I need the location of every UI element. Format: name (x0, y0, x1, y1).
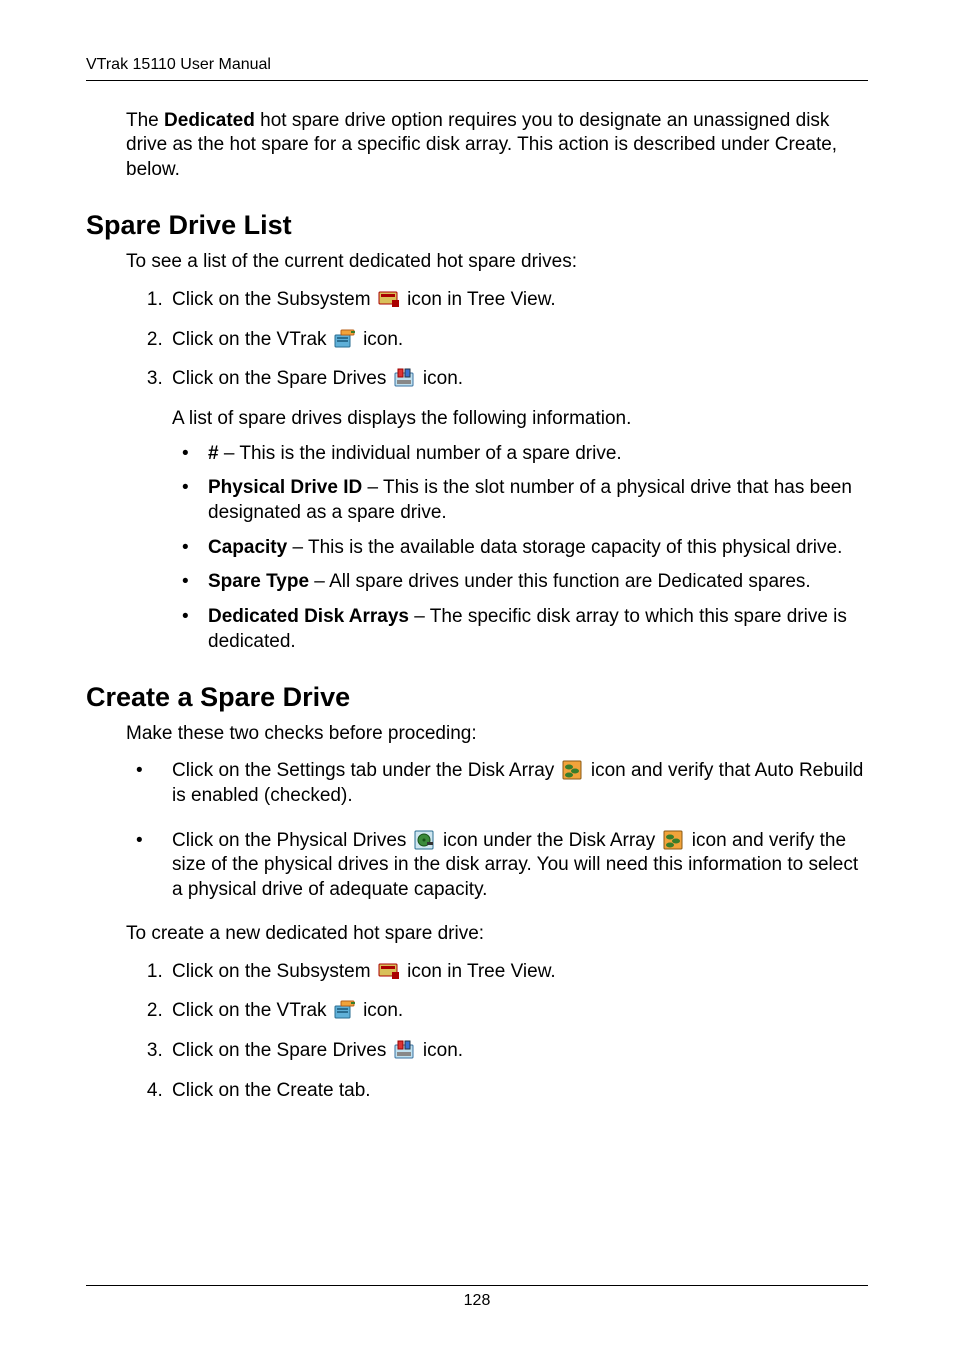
text: Click on the Subsystem (172, 289, 376, 310)
bullet-bold: # (208, 443, 219, 464)
text: Click on the Subsystem (172, 961, 376, 982)
text: icon. (358, 329, 403, 350)
list-item: Click on the VTrak icon. (168, 998, 868, 1024)
list-item: Click on the Subsystem icon in Tree View… (168, 287, 868, 313)
text: Click on the Spare Drives (172, 1040, 392, 1061)
text: Click on the VTrak (172, 1000, 332, 1021)
section1-subpara: A list of spare drives displays the foll… (172, 406, 868, 432)
spare-drives-icon (394, 1040, 416, 1060)
text: icon. (418, 368, 463, 389)
list-item: Click on the Physical Drives icon under … (126, 829, 868, 903)
footer-rule (86, 1285, 868, 1286)
heading-spare-drive-list: Spare Drive List (86, 210, 868, 241)
page-number: 128 (86, 1292, 868, 1310)
running-head: VTrak 15110 User Manual (86, 56, 868, 74)
list-item: Physical Drive ID – This is the slot num… (172, 476, 868, 525)
bullet-rest: – This is the individual number of a spa… (219, 443, 622, 464)
list-item: Spare Type – All spare drives under this… (172, 570, 868, 595)
list-item: Click on the Spare Drives icon. (168, 1038, 868, 1064)
header-rule (86, 80, 868, 81)
section2-steps: Click on the Subsystem icon in Tree View… (126, 959, 868, 1104)
text: Click on the VTrak (172, 329, 332, 350)
spare-drives-icon (394, 368, 416, 388)
bullet-rest: – All spare drives under this function a… (309, 571, 811, 592)
text: Click on the Settings tab under the Disk… (172, 760, 560, 781)
list-item: Dedicated Disk Arrays – The specific dis… (172, 605, 868, 654)
text: icon in Tree View. (402, 289, 556, 310)
text: icon under the Disk Array (438, 830, 661, 851)
list-item: Click on the VTrak icon. (168, 327, 868, 353)
section2-checks: Click on the Settings tab under the Disk… (126, 759, 868, 902)
bullet-bold: Physical Drive ID (208, 477, 362, 498)
bullet-bold: Spare Type (208, 571, 309, 592)
subsystem-icon (378, 961, 400, 981)
list-item: # – This is the individual number of a s… (172, 442, 868, 467)
text: Click on the Physical Drives (172, 830, 412, 851)
list-item: Click on the Settings tab under the Disk… (126, 759, 868, 808)
text: icon in Tree View. (402, 961, 556, 982)
dedicated-intro: The Dedicated hot spare drive option req… (126, 109, 868, 182)
section2-intro: Make these two checks before proceding: (126, 723, 868, 745)
text: Click on the Spare Drives (172, 368, 392, 389)
bullet-bold: Dedicated Disk Arrays (208, 606, 409, 627)
vtrak-icon (334, 329, 356, 349)
section1-steps: Click on the Subsystem icon in Tree View… (126, 287, 868, 654)
heading-create-spare-drive: Create a Spare Drive (86, 682, 868, 713)
text: The (126, 110, 164, 131)
section1-intro: To see a list of the current dedicated h… (126, 251, 868, 273)
list-item: Capacity – This is the available data st… (172, 536, 868, 561)
vtrak-icon (334, 1000, 356, 1020)
text: icon. (358, 1000, 403, 1021)
physical-drives-icon (414, 830, 436, 850)
text: Click on the Create tab. (172, 1080, 371, 1101)
bullet-rest: – This is the available data storage cap… (287, 537, 842, 558)
list-item: Click on the Create tab. (168, 1078, 868, 1104)
bullet-bold: Capacity (208, 537, 287, 558)
section1-bullets: # – This is the individual number of a s… (172, 442, 868, 655)
bold-dedicated: Dedicated (164, 110, 255, 131)
text: icon. (418, 1040, 463, 1061)
list-item: Click on the Subsystem icon in Tree View… (168, 959, 868, 985)
subsystem-icon (378, 289, 400, 309)
disk-array-icon (663, 830, 685, 850)
disk-array-icon (562, 760, 584, 780)
section2-intro2: To create a new dedicated hot spare driv… (126, 923, 868, 945)
list-item: Click on the Spare Drives icon. A list o… (168, 366, 868, 654)
